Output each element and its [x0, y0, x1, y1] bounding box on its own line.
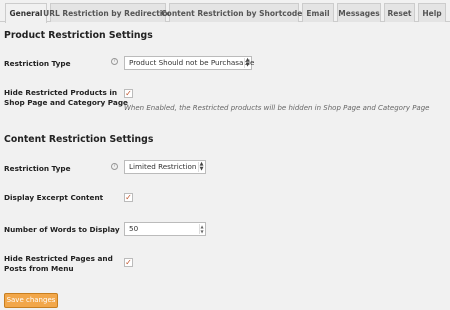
hide-products-label: Hide Restricted Products in Shop Page an… [4, 88, 128, 108]
help-icon[interactable]: ? [111, 163, 118, 170]
tab-content-restriction[interactable]: Content Restriction by Shortcodes [161, 3, 307, 22]
select-arrows-icon: ▲ ▼ [244, 57, 250, 68]
hide-pages-label: Hide Restricted Pages and Posts from Men… [4, 254, 113, 274]
content-restriction-type-select[interactable]: Limited Restriction ▲ ▼ [124, 160, 206, 174]
tab-email[interactable]: Email [302, 3, 334, 22]
hide-pages-label-line1: Hide Restricted Pages and [4, 254, 113, 263]
checkmark-icon: ✓ [125, 88, 132, 98]
tab-messages[interactable]: Messages [337, 3, 381, 22]
checkmark-icon: ✓ [125, 192, 132, 202]
hide-products-checkbox[interactable]: ✓ [124, 89, 133, 98]
content-restriction-type-label: Restriction Type [4, 164, 71, 173]
hide-products-label-line2: Shop Page and Category Page [4, 98, 128, 107]
tab-url-restriction[interactable]: URL Restriction by Redirection [43, 3, 173, 22]
select-arrows-icon: ▲ ▼ [198, 161, 204, 172]
words-label: Number of Words to Display [4, 225, 120, 234]
spinner-arrows-icon[interactable]: ▲ ▼ [199, 224, 204, 234]
hide-pages-label-line2: Posts from Menu [4, 264, 74, 273]
display-excerpt-checkbox[interactable]: ✓ [124, 193, 133, 202]
hide-pages-checkbox[interactable]: ✓ [124, 258, 133, 267]
tab-reset[interactable]: Reset [384, 3, 415, 22]
hide-products-label-line1: Hide Restricted Products in [4, 88, 118, 97]
product-restriction-type-label: Restriction Type [4, 59, 71, 68]
product-restriction-type-select[interactable]: Product Should not be Purchasable ▲ ▼ [124, 56, 255, 70]
tab-help[interactable]: Help [418, 3, 446, 22]
tab-general[interactable]: General [5, 3, 47, 23]
product-restriction-type-value: Product Should not be Purchasable [129, 58, 255, 67]
save-changes-button[interactable]: Save changes [4, 293, 58, 308]
tab-bar: General URL Restriction by Redirection C… [0, 0, 450, 23]
checkmark-icon: ✓ [125, 257, 132, 267]
content-restriction-type-value: Limited Restriction [129, 162, 197, 171]
hide-products-hint: When Enabled, the Restricted products wi… [124, 104, 430, 112]
content-section-title: Content Restriction Settings [4, 134, 154, 145]
help-icon[interactable]: ? [111, 58, 118, 65]
product-section-title: Product Restriction Settings [4, 30, 153, 41]
display-excerpt-label: Display Excerpt Content [4, 193, 104, 202]
words-number-input[interactable]: 50 ▲ ▼ [124, 222, 206, 236]
words-value: 50 [129, 224, 139, 233]
